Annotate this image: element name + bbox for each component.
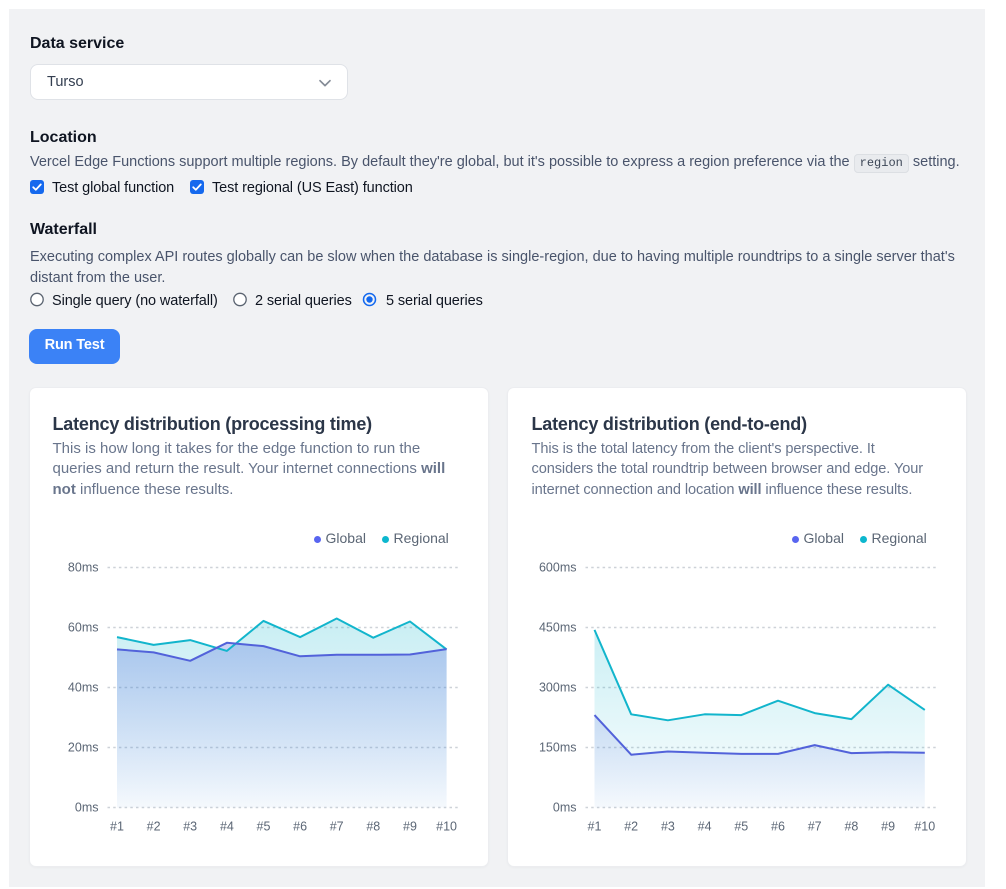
svg-text:#6: #6 xyxy=(771,820,785,834)
svg-text:#4: #4 xyxy=(697,820,711,834)
svg-text:20ms: 20ms xyxy=(67,741,98,755)
svg-text:#1: #1 xyxy=(110,820,124,834)
svg-text:#7: #7 xyxy=(329,820,343,834)
svg-text:#5: #5 xyxy=(256,820,270,834)
svg-text:#9: #9 xyxy=(403,820,417,834)
svg-text:#1: #1 xyxy=(587,820,601,834)
svg-text:450ms: 450ms xyxy=(538,621,576,635)
svg-text:#10: #10 xyxy=(436,820,457,834)
svg-text:#4: #4 xyxy=(219,820,233,834)
svg-text:0ms: 0ms xyxy=(552,801,576,815)
svg-text:40ms: 40ms xyxy=(67,681,98,695)
svg-text:150ms: 150ms xyxy=(538,741,576,755)
svg-text:600ms: 600ms xyxy=(538,561,576,575)
svg-text:#10: #10 xyxy=(914,820,935,834)
svg-text:300ms: 300ms xyxy=(538,681,576,695)
svg-text:#2: #2 xyxy=(146,820,160,834)
svg-text:#6: #6 xyxy=(293,820,307,834)
svg-text:60ms: 60ms xyxy=(67,621,98,635)
svg-text:#9: #9 xyxy=(881,820,895,834)
svg-text:#5: #5 xyxy=(734,820,748,834)
svg-text:#3: #3 xyxy=(660,820,674,834)
svg-text:#8: #8 xyxy=(844,820,858,834)
svg-text:#3: #3 xyxy=(183,820,197,834)
svg-text:#8: #8 xyxy=(366,820,380,834)
svg-text:80ms: 80ms xyxy=(67,561,98,575)
svg-text:#2: #2 xyxy=(624,820,638,834)
svg-text:#7: #7 xyxy=(807,820,821,834)
svg-text:0ms: 0ms xyxy=(74,801,98,815)
